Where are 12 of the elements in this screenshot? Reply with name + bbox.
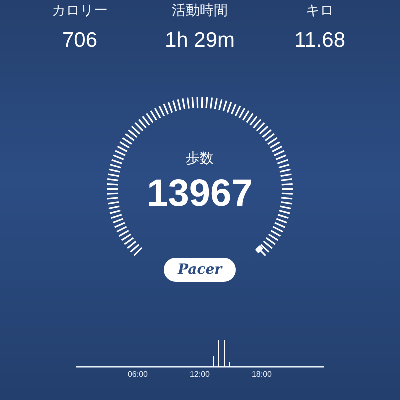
time-label: 06:00: [126, 370, 150, 380]
stat-value: 706: [62, 28, 98, 54]
stat-label: カロリー: [52, 2, 108, 20]
stat-label: キロ: [306, 2, 334, 20]
time-label: 12:00: [188, 370, 212, 380]
stat-value: 1h 29m: [164, 28, 236, 54]
stat-value: 11.68: [294, 28, 346, 54]
steps-label: 歩数: [186, 150, 214, 168]
stat-label: 活動時間: [172, 2, 228, 20]
time-label: 18:00: [250, 370, 274, 380]
steps-count: 13967: [147, 172, 253, 216]
brand-logo: Pacer: [164, 258, 236, 282]
